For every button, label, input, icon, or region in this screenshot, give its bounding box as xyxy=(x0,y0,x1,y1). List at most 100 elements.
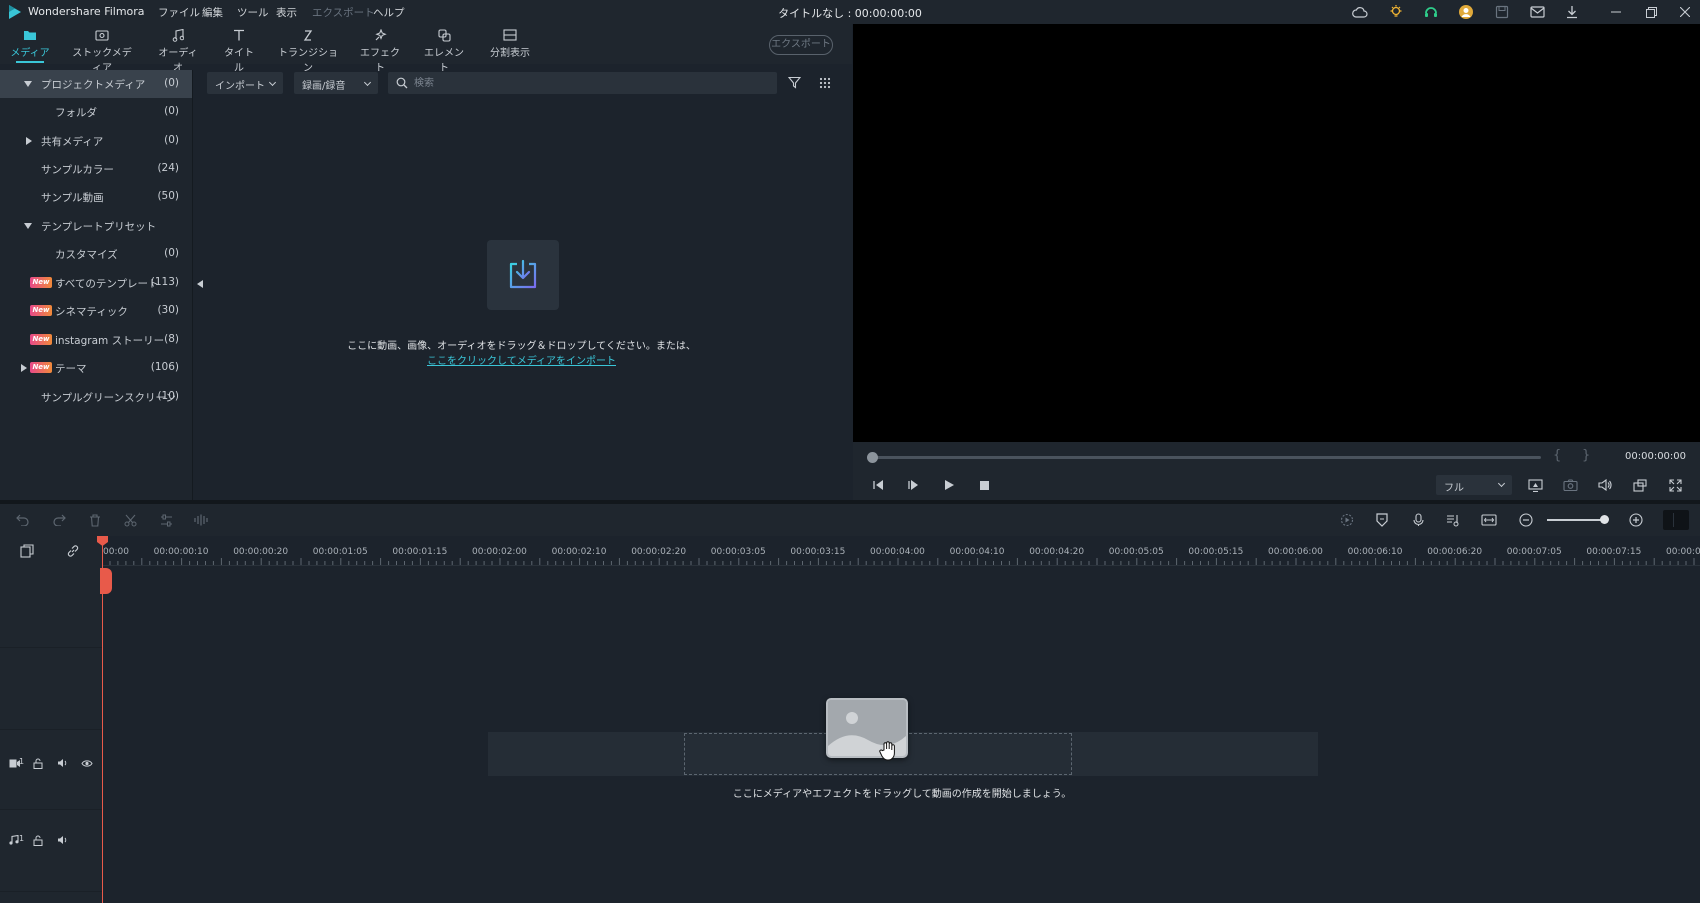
stock-media-icon xyxy=(68,26,136,44)
sidebar-item-cinematic[interactable]: New シネマティック (30) xyxy=(0,297,192,325)
timeline-ruler[interactable]: 00:00 00:00:00:10 00:00:00:20 00:00:01:05 00… xyxy=(102,536,1700,566)
delete-trash-icon[interactable] xyxy=(86,511,104,529)
sidebar-item-shared-media[interactable]: 共有メディア (0) xyxy=(0,127,192,155)
snapshot-camera-icon[interactable] xyxy=(1561,476,1579,494)
preview-controls: { } 00:00:00:00 フル xyxy=(853,442,1700,500)
tab-transitions[interactable]: トランジション xyxy=(277,26,339,74)
user-avatar-icon[interactable] xyxy=(1457,3,1475,21)
volume-icon[interactable] xyxy=(55,833,69,847)
tab-elements[interactable]: エレメント xyxy=(420,26,468,74)
tab-titles[interactable]: タイトル xyxy=(220,26,258,74)
tab-label: タイトル xyxy=(224,48,254,74)
zoom-out-icon[interactable] xyxy=(1517,511,1535,529)
search-input[interactable] xyxy=(414,75,764,91)
title-bar: Wondershare Filmora ファイル 編集 ツール 表示 エクスポー… xyxy=(0,0,1700,24)
audio-mixer-icon[interactable] xyxy=(1444,511,1462,529)
redo-icon[interactable] xyxy=(50,511,68,529)
cloud-icon[interactable] xyxy=(1351,3,1369,21)
close-button[interactable] xyxy=(1668,0,1700,24)
sidebar-item-sample-videos[interactable]: サンプル動画 (50) xyxy=(0,183,192,211)
pip-layout-icon[interactable] xyxy=(1631,476,1649,494)
undo-icon[interactable] xyxy=(14,511,32,529)
ruler-time-label: 00:00:04:00 xyxy=(870,547,925,557)
tab-stock-media[interactable]: ストックメディア xyxy=(68,26,136,74)
tab-media[interactable]: メディア xyxy=(10,26,50,63)
lock-icon[interactable] xyxy=(31,756,45,770)
sidebar-item-instagram-story[interactable]: New instagram ストーリー (8) xyxy=(0,326,192,354)
zoom-slider-track[interactable] xyxy=(1547,519,1605,521)
sidebar-item-themes[interactable]: New テーマ (106) xyxy=(0,354,192,382)
zoom-slider-handle[interactable] xyxy=(1600,515,1609,524)
cut-scissors-icon[interactable] xyxy=(121,511,139,529)
audio-waveform-icon[interactable] xyxy=(192,511,210,529)
menu-view[interactable]: 表示 xyxy=(276,5,297,20)
play-icon[interactable] xyxy=(940,476,958,494)
sidebar-item-all-templates[interactable]: New すべてのテンプレート (113) xyxy=(0,269,192,297)
record-dropdown[interactable]: 録画/録音 xyxy=(294,72,378,94)
headset-support-icon[interactable] xyxy=(1422,3,1440,21)
zoom-in-icon[interactable] xyxy=(1627,511,1645,529)
grid-view-icon[interactable] xyxy=(819,77,831,92)
playhead-track-marker[interactable] xyxy=(100,568,112,594)
minimize-button[interactable] xyxy=(1599,0,1633,24)
adjust-sliders-icon[interactable] xyxy=(157,511,175,529)
volume-icon[interactable] xyxy=(55,756,69,770)
marker-shield-icon[interactable] xyxy=(1373,511,1391,529)
ruler-time-label: 00:00:02:10 xyxy=(551,547,607,557)
collapse-sidebar-button[interactable] xyxy=(194,272,206,296)
fit-timeline-icon[interactable] xyxy=(1480,511,1498,529)
mark-in-button[interactable]: { xyxy=(1553,448,1561,463)
sidebar-item-project-media[interactable]: プロジェクトメディア (0) xyxy=(0,70,192,98)
ruler-time-label: 00:00:05:05 xyxy=(1108,547,1164,557)
filter-icon[interactable] xyxy=(787,76,802,92)
menu-tools[interactable]: ツール xyxy=(237,5,269,20)
chevron-right-icon[interactable] xyxy=(26,137,32,145)
sidebar-item-sample-green-screen[interactable]: サンプルグリーンスクリーン (10) xyxy=(0,383,192,411)
chevron-right-icon[interactable] xyxy=(21,364,27,372)
stop-icon[interactable] xyxy=(975,476,993,494)
import-media-button[interactable] xyxy=(487,240,559,310)
layout-toggle-button[interactable] xyxy=(1663,510,1689,530)
restore-button[interactable] xyxy=(1634,0,1668,24)
playhead-line[interactable] xyxy=(102,541,103,903)
sidebar-item-sample-colors[interactable]: サンプルカラー (24) xyxy=(0,155,192,183)
save-icon[interactable] xyxy=(1493,3,1511,21)
preview-progress-handle[interactable] xyxy=(867,452,878,463)
preview-progress-track[interactable] xyxy=(871,456,1541,459)
menu-edit[interactable]: 編集 xyxy=(202,5,223,20)
eye-icon[interactable] xyxy=(80,756,94,770)
tab-audio[interactable]: オーディオ xyxy=(154,26,202,74)
ruler-time-label: 00:00:00:10 xyxy=(153,547,209,557)
import-media-link[interactable]: ここをクリックしてメディアをインポート xyxy=(340,352,703,367)
microphone-icon[interactable] xyxy=(1409,511,1427,529)
sidebar-item-template-presets[interactable]: テンプレートプリセット xyxy=(0,212,192,240)
grab-hand-cursor-icon xyxy=(879,741,895,761)
mail-icon[interactable] xyxy=(1528,3,1546,21)
monitor-display-icon[interactable] xyxy=(1526,476,1544,494)
menu-file[interactable]: ファイル xyxy=(158,5,200,20)
add-track-icon[interactable] xyxy=(20,544,34,561)
mark-out-button[interactable]: } xyxy=(1582,448,1590,463)
tab-effects[interactable]: エフェクト xyxy=(358,26,402,74)
sidebar-item-folder[interactable]: フォルダ (0) xyxy=(0,98,192,126)
sidebar-item-customize[interactable]: カスタマイズ (0) xyxy=(0,240,192,268)
volume-icon[interactable] xyxy=(1596,476,1614,494)
fullscreen-icon[interactable] xyxy=(1666,476,1684,494)
next-frame-icon[interactable] xyxy=(904,476,922,494)
render-preview-icon[interactable] xyxy=(1338,511,1356,529)
link-icon[interactable] xyxy=(66,544,80,561)
video-preview-screen[interactable] xyxy=(853,24,1700,442)
menu-export[interactable]: エクスポート xyxy=(312,5,375,20)
export-button[interactable]: エクスポート xyxy=(769,35,833,55)
download-icon[interactable] xyxy=(1563,3,1581,21)
previous-frame-icon[interactable] xyxy=(869,476,887,494)
import-dropdown[interactable]: インポート xyxy=(207,72,283,94)
lightbulb-icon[interactable] xyxy=(1387,3,1405,21)
lock-icon[interactable] xyxy=(31,833,45,847)
chevron-down-icon[interactable] xyxy=(24,223,32,229)
tab-split-screen[interactable]: 分割表示 xyxy=(486,26,534,62)
video-track-header: 1 xyxy=(0,730,102,810)
chevron-down-icon[interactable] xyxy=(24,81,32,87)
preview-quality-dropdown[interactable]: フル xyxy=(1436,475,1512,495)
menu-help[interactable]: ヘルプ xyxy=(373,5,405,20)
